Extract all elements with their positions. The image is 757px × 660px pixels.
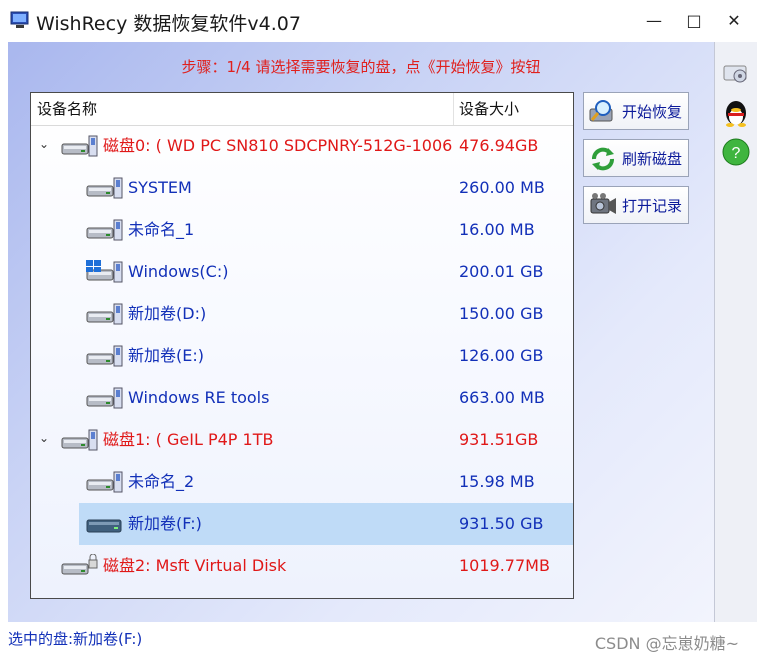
tree-row-partition[interactable]: 新加卷(D:) 150.00 GB <box>31 293 573 335</box>
window-title: WishRecy 数据恢复软件v4.07 <box>36 13 301 35</box>
partition-size: 260.00 MB <box>459 178 545 197</box>
hard-disk-icon <box>61 429 98 451</box>
app-window: WishRecy 数据恢复软件v4.07 — □ ✕ 步骤：1/4 请选择需要恢… <box>0 0 757 660</box>
partition-label: 未命名_1 <box>128 220 195 239</box>
partition-label: SYSTEM <box>128 178 192 197</box>
start-recovery-label: 开始恢复 <box>622 103 683 121</box>
partition-size: 931.50 GB <box>459 514 544 533</box>
collapse-toggle-icon[interactable]: ⌄ <box>37 431 51 445</box>
partition-size: 15.98 MB <box>459 472 535 491</box>
selected-disk-status: 选中的盘:新加卷(F:) <box>8 630 143 648</box>
partition-size: 126.00 GB <box>459 346 544 365</box>
partition-label: 新加卷(F:) <box>128 514 202 533</box>
qq-penguin-icon[interactable] <box>720 96 752 128</box>
hard-drive-icon <box>86 519 122 533</box>
tree-row-partition-selected[interactable]: 新加卷(F:) 931.50 GB <box>31 503 573 545</box>
tree-row-partition[interactable]: 新加卷(E:) 126.00 GB <box>31 335 573 377</box>
refresh-disks-button[interactable]: 刷新磁盘 <box>583 139 689 177</box>
tree-row-disk0[interactable]: ⌄ 磁盘0: ( WD PC SN810 SDCPNRY-512G-1006 4… <box>31 125 573 167</box>
partition-icon <box>86 471 123 493</box>
collapse-toggle-icon[interactable]: ⌄ <box>37 137 51 151</box>
disk-label: 磁盘0: ( WD PC SN810 SDCPNRY-512G-1006 <box>103 136 453 155</box>
disk-size: 931.51GB <box>459 430 539 449</box>
partition-icon <box>86 345 123 367</box>
partition-icon <box>86 387 123 409</box>
partition-label: 未命名_2 <box>128 472 195 491</box>
tree-row-partition[interactable]: 未命名_2 15.98 MB <box>31 461 573 503</box>
settings-disk-icon[interactable] <box>720 56 752 88</box>
disk-label: 磁盘1: ( GeIL P4P 1TB <box>103 430 274 449</box>
refresh-icon <box>592 147 614 171</box>
partition-label: 新加卷(D:) <box>128 304 207 323</box>
partition-size: 663.00 MB <box>459 388 545 407</box>
watermark: CSDN @忘崽奶糖~ <box>594 634 739 653</box>
title-bar: WishRecy 数据恢复软件v4.07 — □ ✕ <box>0 0 757 42</box>
disk-size: 476.94GB <box>459 136 539 155</box>
refresh-disks-label: 刷新磁盘 <box>622 150 683 168</box>
column-header-size[interactable]: 设备大小 <box>459 93 519 125</box>
magnifier-icon <box>589 100 613 122</box>
disk-label: 磁盘2: Msft Virtual Disk <box>103 556 287 575</box>
partition-icon <box>86 177 123 199</box>
app-icon <box>10 11 29 28</box>
open-record-button[interactable]: 打开记录 <box>583 186 689 224</box>
tree-row-partition[interactable]: SYSTEM 260.00 MB <box>31 167 573 209</box>
partition-icon <box>86 219 123 241</box>
partition-size: 16.00 MB <box>459 220 535 239</box>
partition-label: Windows(C:) <box>128 262 229 281</box>
help-icon[interactable]: ? <box>720 136 752 168</box>
partition-size: 150.00 GB <box>459 304 544 323</box>
column-divider[interactable] <box>453 93 454 125</box>
disk-size: 1019.77MB <box>459 556 550 575</box>
close-button[interactable]: ✕ <box>711 8 757 34</box>
camera-icon <box>590 193 616 214</box>
status-bar: 选中的盘:新加卷(F:) CSDN @忘崽奶糖~ <box>0 622 757 660</box>
tree-row-partition[interactable]: Windows RE tools 663.00 MB <box>31 377 573 419</box>
column-header-name[interactable]: 设备名称 <box>37 93 97 125</box>
hard-disk-icon <box>61 135 98 157</box>
partition-icon <box>86 303 123 325</box>
partition-label: Windows RE tools <box>128 388 270 407</box>
device-tree[interactable]: 设备名称 设备大小 ⌄ 磁盘0: ( WD PC SN810 SDCPNRY-5… <box>30 92 574 599</box>
tree-row-partition[interactable]: 未命名_1 16.00 MB <box>31 209 573 251</box>
svg-text:?: ? <box>732 145 741 162</box>
tree-row-disk1[interactable]: ⌄ 磁盘1: ( GeIL P4P 1TB 931.51GB <box>31 419 573 461</box>
start-recovery-button[interactable]: 开始恢复 <box>583 92 689 130</box>
side-toolbar: ? <box>714 42 757 622</box>
partition-label: 新加卷(E:) <box>128 346 204 365</box>
tree-header: 设备名称 设备大小 <box>31 93 573 126</box>
open-record-label: 打开记录 <box>622 197 683 215</box>
locked-disk-icon <box>61 554 98 575</box>
tree-row-disk2[interactable]: 磁盘2: Msft Virtual Disk 1019.77MB <box>31 545 573 587</box>
windows-partition-icon <box>86 260 123 283</box>
tree-row-partition[interactable]: Windows(C:) 200.01 GB <box>31 251 573 293</box>
main-panel: 步骤：1/4 请选择需要恢复的盘，点《开始恢复》按钮 设备名称 设备大小 ⌄ 磁… <box>8 42 714 622</box>
step-instruction: 步骤：1/4 请选择需要恢复的盘，点《开始恢复》按钮 <box>181 58 541 76</box>
partition-size: 200.01 GB <box>459 262 544 281</box>
